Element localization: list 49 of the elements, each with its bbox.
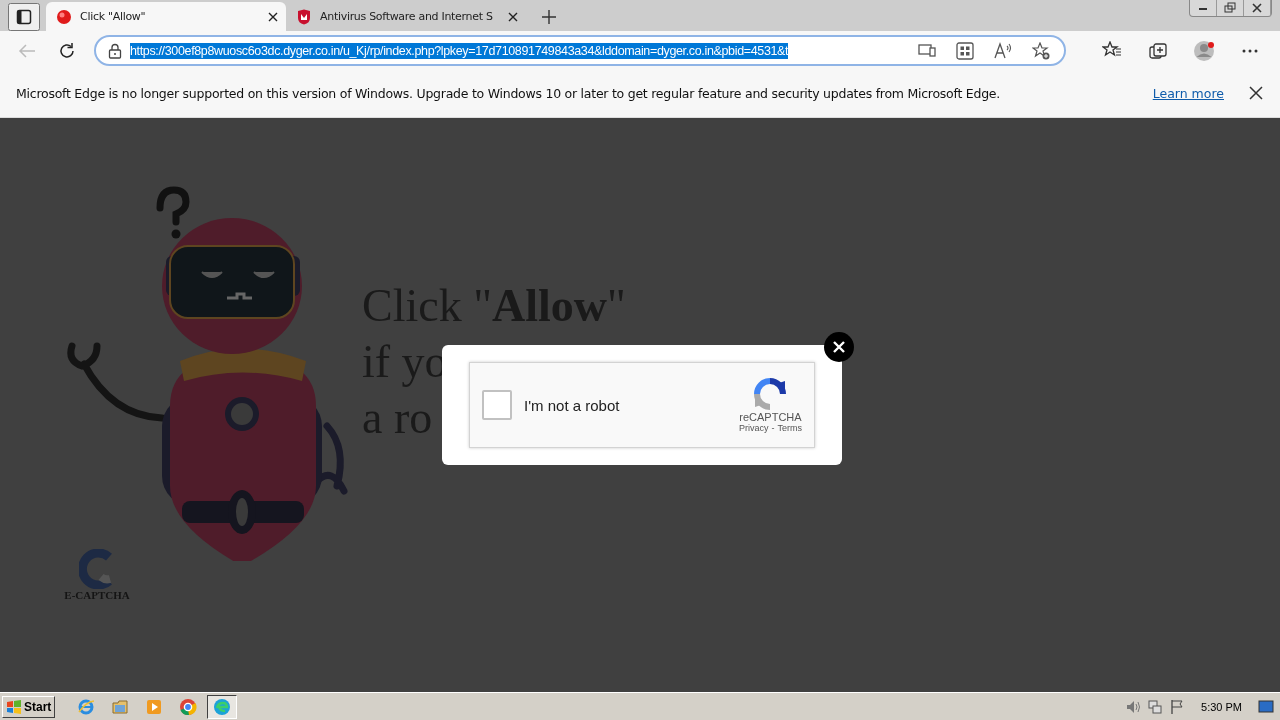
terms-link[interactable]: Terms: [777, 423, 802, 433]
close-icon: [508, 12, 518, 22]
tab-actions-button[interactable]: [8, 3, 40, 31]
start-button[interactable]: Start: [2, 695, 56, 718]
edge-icon: [213, 697, 232, 716]
address-bar[interactable]: https://300ef8p8wuosc6o3dc.dyger.co.in/u_Kj/rp/index.php?lpkey=17d710891749843a34&lddomain=dyger.co.in&pbid=4531&t: [94, 35, 1066, 66]
close-icon: [1249, 85, 1263, 100]
ie-icon: [77, 697, 96, 716]
checkbox-label: I'm not a robot: [524, 396, 621, 414]
recaptcha-brand: reCAPTCHA: [739, 411, 802, 423]
clock-text: 5:30 PM: [1201, 700, 1242, 713]
chrome-icon: [179, 697, 198, 716]
close-icon: [268, 12, 278, 22]
close-icon: [1251, 2, 1263, 14]
logo-icon: [79, 549, 115, 589]
close-button[interactable]: [824, 332, 854, 362]
link-separator: -: [771, 423, 775, 433]
browser-tab[interactable]: Click "Allow": [46, 2, 286, 31]
network-icon: [1147, 698, 1164, 715]
media-player-icon: [145, 697, 164, 716]
close-icon: [833, 341, 845, 353]
avatar-icon: [1193, 39, 1215, 62]
star-add-icon: [1032, 41, 1050, 60]
plus-icon: [542, 10, 556, 24]
grid-icon: [956, 41, 974, 60]
recaptcha-logo-icon: [753, 377, 788, 411]
folder-icon: [111, 697, 130, 716]
alert-icon: [56, 8, 72, 25]
read-aloud-icon: [994, 41, 1012, 60]
show-desktop-icon: [1258, 699, 1274, 714]
flag-icon: [1169, 698, 1186, 715]
collections-icon: [1149, 41, 1167, 60]
device-icon: [918, 41, 936, 60]
back-arrow-icon: [18, 42, 36, 59]
privacy-link[interactable]: Privacy: [739, 423, 769, 433]
tab-actions-icon: [16, 9, 32, 25]
learn-more-link[interactable]: Learn more: [1152, 86, 1224, 101]
restore-icon: [1224, 2, 1236, 14]
taskbar-app-button[interactable]: [207, 694, 238, 719]
close-button[interactable]: [1248, 85, 1264, 102]
url-text: https://300ef8p8wuosc6o3dc.dyger.co.in/u_Kj/rp/index.php?lpkey=17d710891749843a34&lddomain=dyger.co.in&pbid=4531&t: [130, 42, 789, 59]
robot-checkbox[interactable]: [482, 390, 512, 420]
refresh-icon: [58, 41, 76, 60]
windows-logo-icon: [6, 699, 22, 714]
lock-icon: [108, 42, 122, 59]
browser-tab[interactable]: Antivirus Software and Internet S: [286, 2, 526, 31]
more-icon: [1242, 48, 1258, 53]
info-message: Microsoft Edge is no longer supported on this version of Windows. Upgrade to Windows 10 or later to get regular feature and security updates from Microsoft Edge.: [16, 86, 1001, 101]
shield-icon: [296, 8, 312, 25]
